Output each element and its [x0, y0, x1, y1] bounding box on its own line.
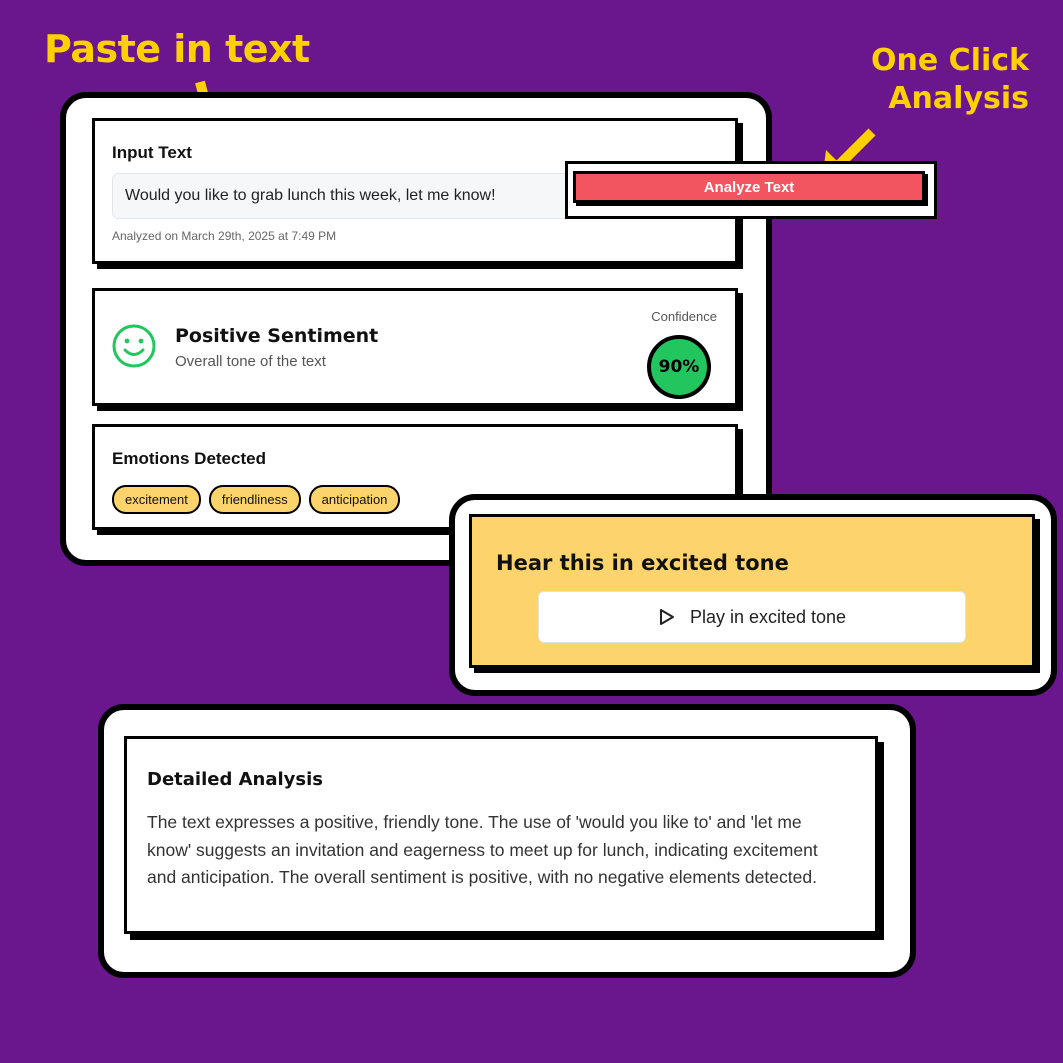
detailed-analysis-body: The text expresses a positive, friendly … [147, 812, 818, 887]
analyze-text-button[interactable]: Analyze Text [573, 171, 925, 203]
play-button-label: Play in excited tone [689, 606, 847, 627]
one-click-line2: Analysis [888, 80, 1029, 116]
confidence-badge: 90% [647, 335, 711, 399]
play-excited-tone-button[interactable]: Play in excited tone [538, 591, 966, 643]
hear-tone-card: Hear this in excited tone Play in excite… [469, 514, 1035, 668]
detailed-analysis-card: Detailed Analysis The text expresses a p… [124, 736, 878, 934]
smile-icon [112, 324, 156, 368]
analyze-button-frame: Analyze Text [565, 161, 937, 219]
emotion-tags: excitement friendliness anticipation [112, 485, 401, 514]
input-text-heading: Input Text [112, 143, 192, 162]
one-click-line1: One Click [871, 43, 1029, 78]
emotion-tag: friendliness [208, 485, 301, 514]
play-icon [659, 609, 674, 625]
hear-tone-panel: Hear this in excited tone Play in excite… [449, 494, 1057, 696]
sentiment-card: Positive Sentiment Overall tone of the t… [92, 288, 738, 406]
paste-in-text-callout: Paste in text [44, 27, 310, 71]
confidence-label: Confidence [651, 309, 717, 324]
detailed-analysis-heading: Detailed Analysis [147, 769, 323, 790]
emotion-tag: excitement [112, 485, 201, 514]
input-text-field[interactable]: Would you like to grab lunch this week, … [112, 173, 632, 219]
one-click-analysis-callout: One Click Analysis [871, 42, 1029, 117]
hear-tone-title: Hear this in excited tone [496, 551, 789, 575]
analyzed-timestamp: Analyzed on March 29th, 2025 at 7:49 PM [112, 229, 337, 243]
sentiment-title: Positive Sentiment [175, 325, 379, 347]
sentiment-subtitle: Overall tone of the text [175, 353, 326, 370]
emotion-tag: anticipation [308, 485, 401, 514]
emotions-heading: Emotions Detected [112, 449, 266, 468]
detailed-analysis-panel: Detailed Analysis The text expresses a p… [98, 704, 916, 978]
